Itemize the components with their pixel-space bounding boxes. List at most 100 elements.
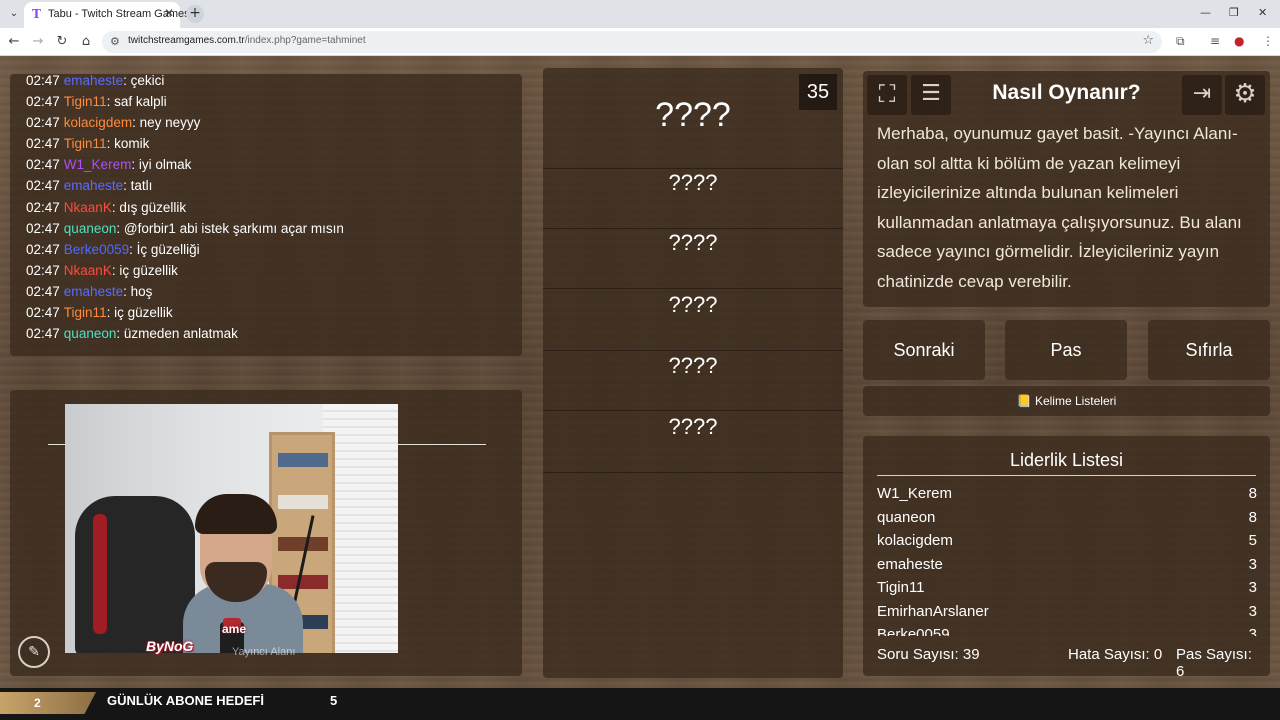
leaderboard-score: 3 bbox=[1248, 579, 1257, 596]
pass-count: Pas Sayısı: 6 bbox=[1176, 646, 1252, 680]
chat-message: 02:47 Tigin11: komik bbox=[26, 133, 516, 154]
leaderboard-title: Liderlik Listesi bbox=[877, 450, 1256, 476]
leaderboard-name: quaneon bbox=[877, 508, 936, 526]
chat-username[interactable]: Berke0059 bbox=[64, 242, 129, 257]
new-tab-button[interactable]: + bbox=[186, 5, 204, 23]
chat-text: : iç güzellik bbox=[111, 262, 178, 278]
leaderboard-list: W1_Kerem 8 quaneon 8 kolacigdem 5 emaheste 3 Tig… bbox=[877, 482, 1257, 636]
chat-message: 02:47 emaheste: tatlı bbox=[26, 175, 516, 196]
leaderboard-score: 5 bbox=[1248, 532, 1257, 549]
chat-username[interactable]: emaheste bbox=[64, 73, 123, 88]
site-info-icon[interactable]: ⚙ bbox=[110, 35, 120, 48]
minimize-icon[interactable]: — bbox=[1200, 6, 1211, 19]
game-page: 02:47 emaheste: çekici 02:47 Tigin11: saf k… bbox=[0, 56, 1280, 688]
leaderboard-name: EmirhanArslaner bbox=[877, 602, 989, 620]
chat-timestamp: 02:47 bbox=[26, 220, 60, 236]
chat-timestamp: 02:47 bbox=[26, 305, 60, 321]
chat-username[interactable]: NkaanK bbox=[64, 200, 112, 215]
pencil-icon[interactable]: ✎ bbox=[18, 636, 50, 668]
chat-message-list: 02:47 emaheste: çekici 02:47 Tigin11: saf k… bbox=[26, 70, 516, 344]
chat-username[interactable]: kolacigdem bbox=[64, 115, 132, 130]
chat-timestamp: 02:47 bbox=[26, 241, 60, 257]
streamer-area-panel bbox=[10, 390, 522, 676]
tab-close-icon[interactable]: ✕ bbox=[164, 6, 174, 20]
chat-timestamp: 02:47 bbox=[26, 199, 60, 215]
media-icon[interactable]: ≡ bbox=[1210, 34, 1220, 48]
chat-text: : üzmeden anlatmak bbox=[116, 326, 238, 342]
leaderboard-name: Tigin11 bbox=[877, 579, 925, 596]
twitch-favicon-icon: T bbox=[32, 7, 41, 21]
overlay-logo: ByNoG bbox=[146, 638, 194, 654]
chat-username[interactable]: Tigin11 bbox=[64, 305, 107, 320]
forbidden-word: ???? bbox=[668, 414, 718, 439]
forbidden-word: ???? bbox=[668, 170, 718, 195]
game-stats: Soru Sayısı: 39 Hata Sayısı: 0 Pas Sayıs… bbox=[877, 646, 1257, 680]
forward-icon[interactable]: → bbox=[30, 34, 46, 50]
leaderboard-row: EmirhanArslaner 3 bbox=[877, 600, 1257, 624]
leaderboard-score: 3 bbox=[1248, 602, 1257, 620]
leaderboard-name: W1_Kerem bbox=[877, 485, 953, 502]
browser-tab[interactable]: T Tabu - Twitch Stream Games ✕ bbox=[24, 2, 190, 28]
profile-avatar-icon[interactable]: ● bbox=[1234, 34, 1244, 48]
leaderboard-name: Berke0059 bbox=[877, 626, 950, 636]
main-word: ???? bbox=[655, 96, 731, 134]
word-lists-button[interactable]: 📒 Kelime Listeleri bbox=[863, 386, 1270, 416]
goal-current: 2 bbox=[0, 692, 96, 714]
goal-label: GÜNLÜK ABONE HEDEFİ bbox=[107, 693, 264, 708]
chat-text: : ney neyyy bbox=[132, 115, 201, 131]
leaderboard-score: 8 bbox=[1248, 508, 1257, 526]
address-bar[interactable]: ⚙ twitchstreamgames.com.tr/index.php?gam… bbox=[102, 31, 1162, 53]
error-count: Hata Sayısı: 0 bbox=[1068, 646, 1163, 663]
settings-gear-icon[interactable]: ⚙ bbox=[1225, 75, 1265, 115]
chat-text: : hoş bbox=[123, 283, 153, 299]
leaderboard-row: kolacigdem 5 bbox=[877, 529, 1257, 553]
chat-text: : iç güzellik bbox=[106, 305, 173, 321]
window-close-icon[interactable]: ✕ bbox=[1258, 6, 1267, 19]
reload-icon[interactable]: ↻ bbox=[54, 34, 70, 50]
chat-username[interactable]: Tigin11 bbox=[64, 94, 107, 109]
bookmark-star-icon[interactable]: ☆ bbox=[1142, 33, 1154, 48]
chat-username[interactable]: emaheste bbox=[64, 178, 123, 193]
maximize-icon[interactable]: ❐ bbox=[1229, 6, 1239, 19]
browser-tab-strip: ⌄ T Tabu - Twitch Stream Games ✕ + — ❐ ✕ bbox=[0, 0, 1280, 28]
chat-panel: 02:47 emaheste: çekici 02:47 Tigin11: saf k… bbox=[10, 73, 522, 356]
chat-timestamp: 02:47 bbox=[26, 73, 60, 88]
chat-text: : İç güzelliği bbox=[129, 241, 200, 257]
leaderboard-score: 3 bbox=[1248, 555, 1257, 573]
chat-text: : çekici bbox=[123, 73, 165, 88]
chat-message: 02:47 emaheste: çekici bbox=[26, 70, 516, 91]
logout-icon[interactable]: ⇥ bbox=[1182, 75, 1222, 115]
extensions-icon[interactable]: ⧉ bbox=[1176, 34, 1185, 49]
tab-search-icon[interactable]: ⌄ bbox=[6, 6, 22, 22]
back-icon[interactable]: ← bbox=[6, 34, 22, 50]
home-icon[interactable]: ⌂ bbox=[78, 34, 94, 50]
leaderboard-name: emaheste bbox=[877, 555, 943, 573]
chat-text: : dış güzellik bbox=[111, 199, 187, 215]
word-card: 35 ???? ???? ???? ???? ???? ???? bbox=[543, 68, 843, 678]
leaderboard-score: 3 bbox=[1248, 626, 1257, 636]
leaderboard-row: Berke0059 3 bbox=[877, 623, 1257, 636]
chat-username[interactable]: Tigin11 bbox=[64, 136, 107, 151]
next-button[interactable]: Sonraki bbox=[863, 320, 985, 380]
reset-button[interactable]: Sıfırla bbox=[1148, 320, 1270, 380]
chat-username[interactable]: emaheste bbox=[64, 284, 123, 299]
chat-message: 02:47 emaheste: hoş bbox=[26, 281, 516, 302]
chat-timestamp: 02:47 bbox=[26, 136, 60, 152]
leaderboard-score: 8 bbox=[1248, 485, 1257, 502]
chat-username[interactable]: quaneon bbox=[64, 326, 117, 341]
overlay-logo-suffix: ame bbox=[222, 622, 247, 636]
chat-message: 02:47 NkaanK: dış güzellik bbox=[26, 197, 516, 218]
chat-username[interactable]: W1_Kerem bbox=[64, 157, 132, 172]
chat-username[interactable]: NkaanK bbox=[64, 263, 112, 278]
browser-menu-icon[interactable]: ⋮ bbox=[1262, 34, 1274, 48]
url-text[interactable]: twitchstreamgames.com.tr/index.php?game=… bbox=[128, 35, 366, 46]
chat-timestamp: 02:47 bbox=[26, 157, 60, 173]
chat-timestamp: 02:47 bbox=[26, 262, 60, 278]
chat-message: 02:47 quaneon: @forbir1 abi istek şarkımı… bbox=[26, 218, 516, 239]
pass-button[interactable]: Pas bbox=[1005, 320, 1127, 380]
chat-message: 02:47 quaneon: üzmeden anlatmak bbox=[26, 323, 516, 344]
chat-timestamp: 02:47 bbox=[26, 283, 60, 299]
goal-target: 5 bbox=[330, 693, 338, 708]
chat-username[interactable]: quaneon bbox=[64, 221, 117, 236]
webcam-overlay bbox=[65, 404, 398, 653]
